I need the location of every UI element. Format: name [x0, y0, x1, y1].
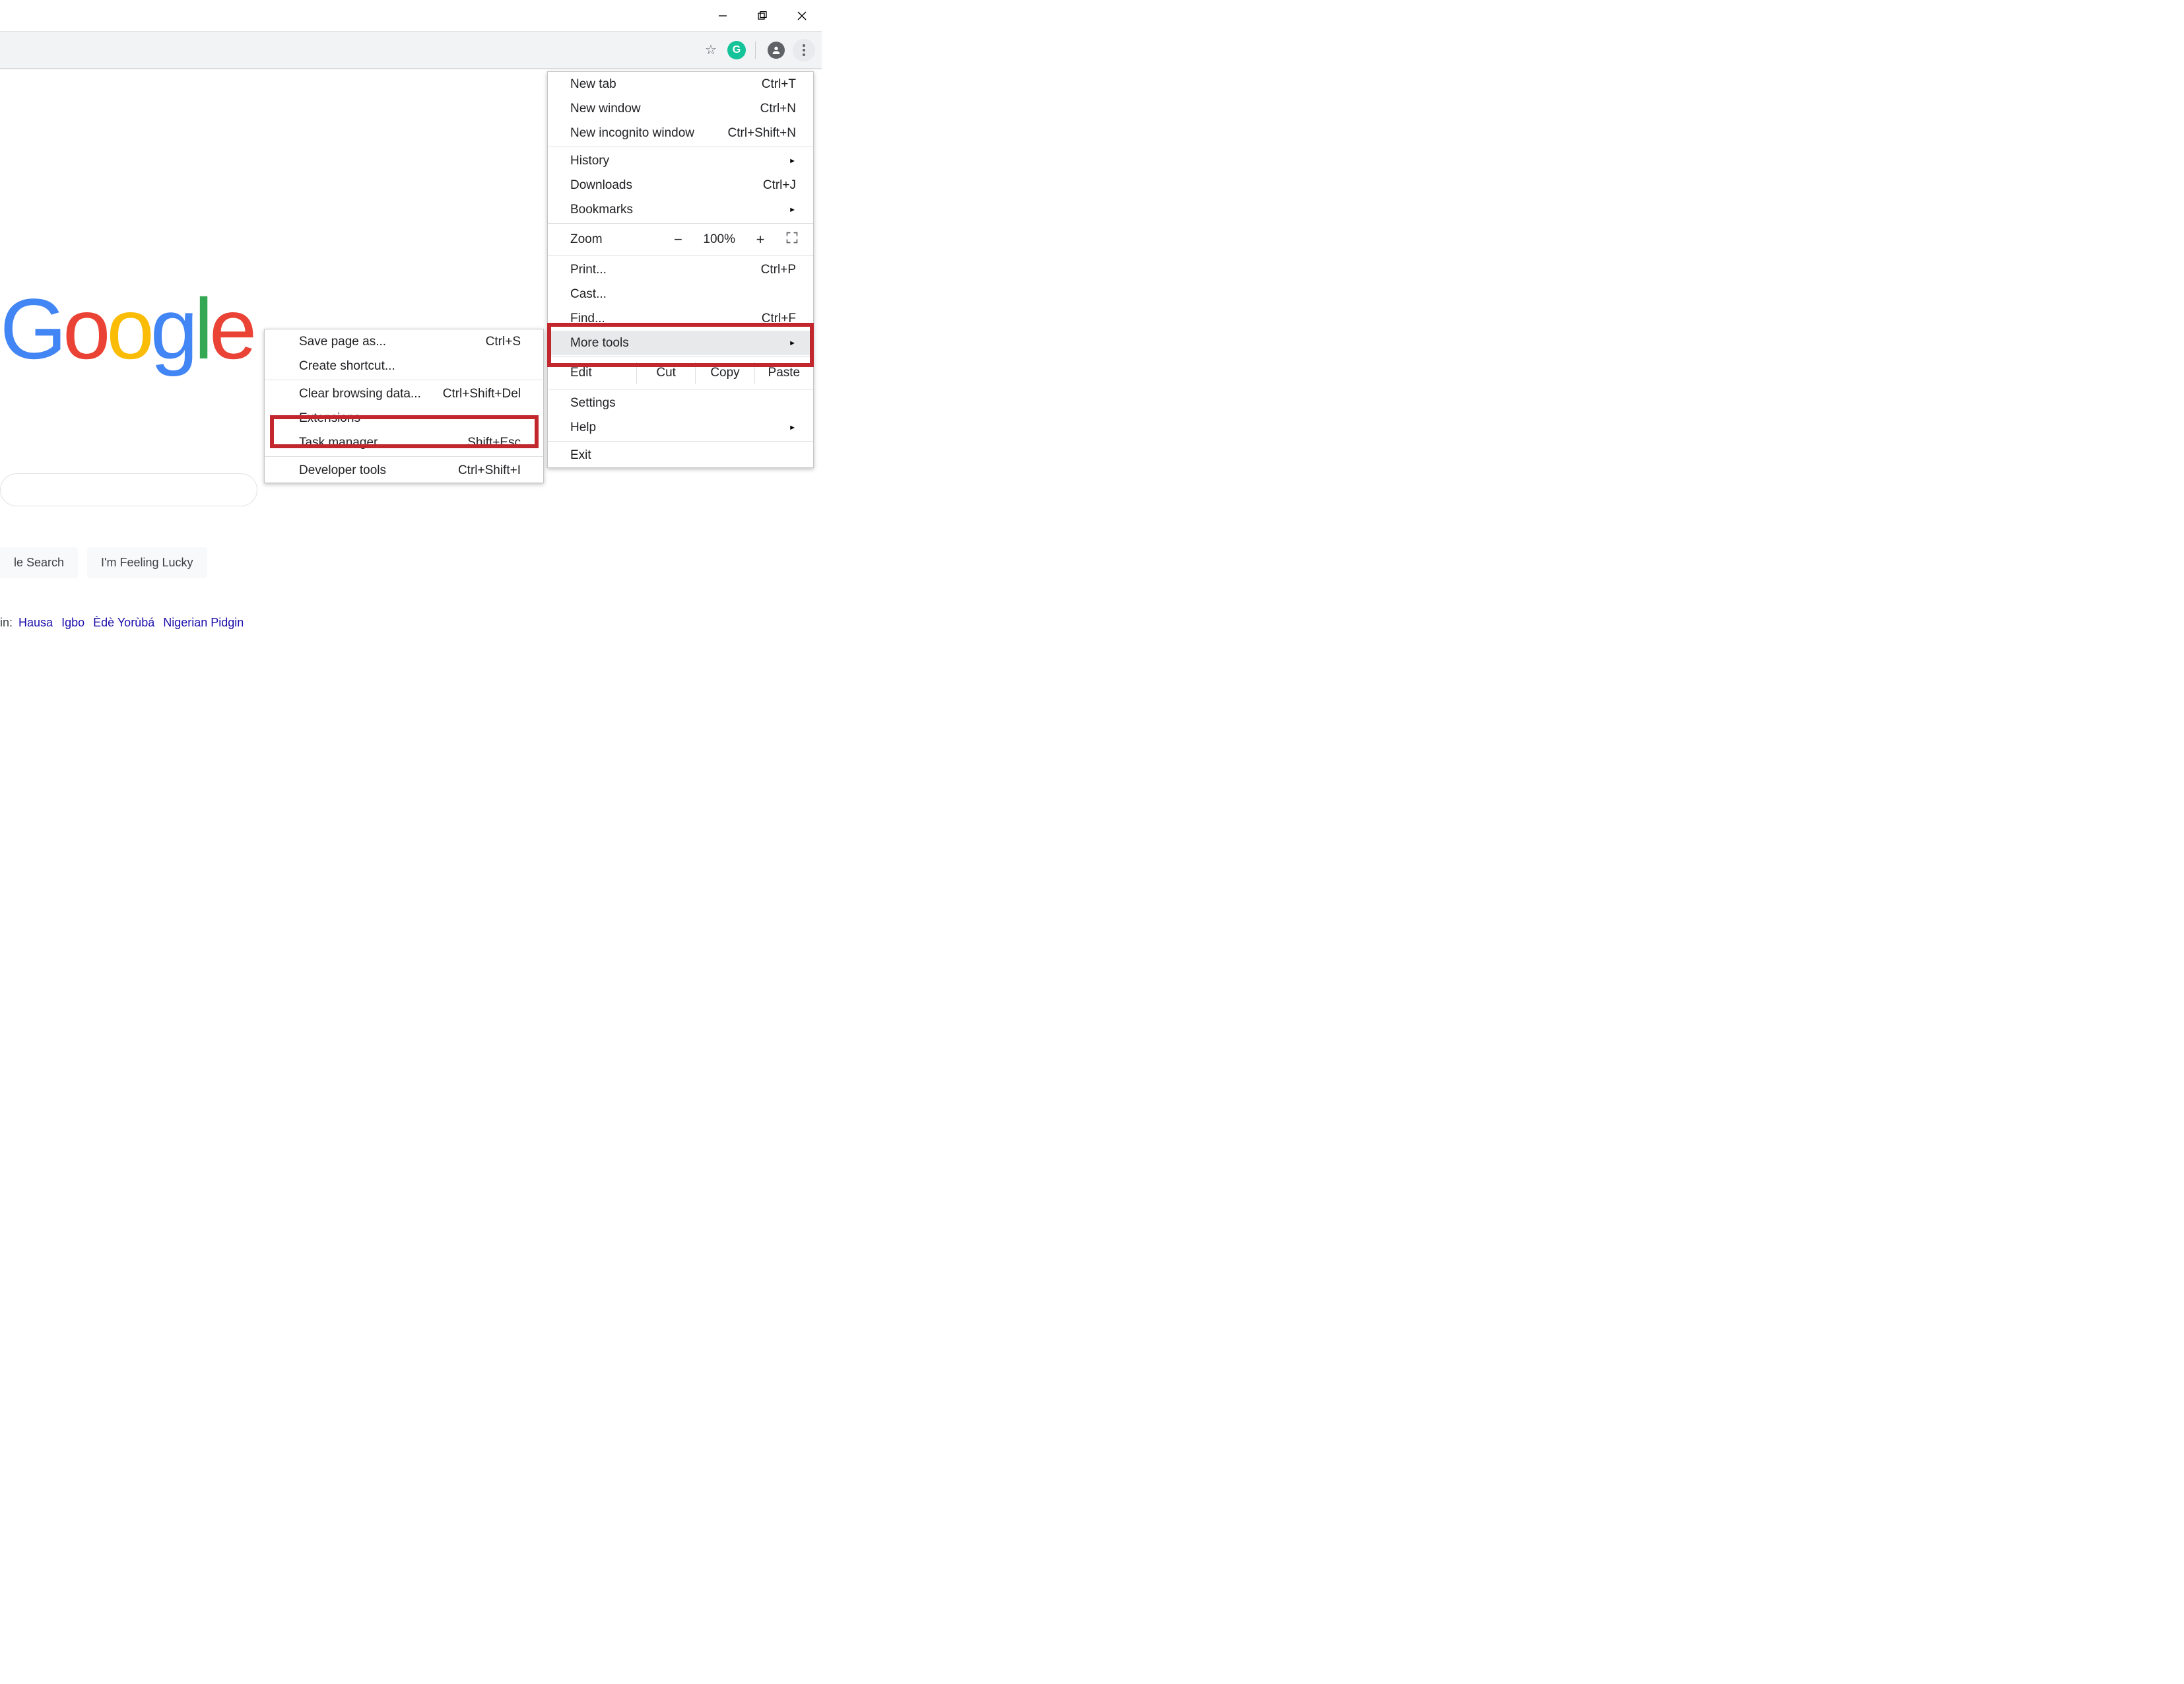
lang-link[interactable]: Hausa	[18, 616, 53, 629]
menu-new-window[interactable]: New windowCtrl+N	[548, 96, 813, 121]
menu-settings[interactable]: Settings	[548, 391, 813, 415]
lang-link[interactable]: Igbo	[61, 616, 84, 629]
submenu-clear-data[interactable]: Clear browsing data...Ctrl+Shift+Del	[265, 382, 543, 406]
search-input[interactable]	[0, 473, 257, 506]
lang-link[interactable]: Èdè Yorùbá	[93, 616, 154, 629]
cut-button[interactable]: Cut	[636, 362, 695, 384]
menu-find[interactable]: Find...Ctrl+F	[548, 306, 813, 331]
submenu-create-shortcut[interactable]: Create shortcut...	[265, 354, 543, 378]
menu-new-tab[interactable]: New tabCtrl+T	[548, 72, 813, 96]
more-tools-submenu: Save page as...Ctrl+S Create shortcut...…	[264, 329, 544, 483]
copy-button[interactable]: Copy	[695, 362, 754, 384]
menu-zoom: Zoom − 100% +	[548, 225, 813, 254]
fullscreen-icon[interactable]	[785, 231, 799, 248]
zoom-label: Zoom	[570, 232, 603, 247]
menu-cast[interactable]: Cast...	[548, 282, 813, 306]
menu-more-tools[interactable]: More tools	[548, 331, 813, 355]
zoom-out-button[interactable]: −	[671, 231, 684, 248]
menu-separator	[265, 456, 543, 457]
submenu-task-manager[interactable]: Task managerShift+Esc	[265, 430, 543, 455]
paste-button[interactable]: Paste	[754, 362, 813, 384]
chrome-main-menu: New tabCtrl+T New windowCtrl+N New incog…	[547, 71, 814, 468]
menu-downloads[interactable]: DownloadsCtrl+J	[548, 173, 813, 197]
toolbar-divider	[755, 42, 756, 59]
menu-separator	[548, 255, 813, 256]
feeling-lucky-button[interactable]: I'm Feeling Lucky	[87, 547, 207, 578]
menu-print[interactable]: Print...Ctrl+P	[548, 257, 813, 282]
edit-label: Edit	[570, 366, 636, 380]
minimize-button[interactable]	[703, 0, 743, 32]
language-row: in: Hausa Igbo Èdè Yorùbá Nigerian Pidgi…	[0, 616, 246, 630]
menu-separator	[548, 356, 813, 357]
profile-avatar-icon[interactable]	[765, 39, 787, 61]
menu-new-incognito[interactable]: New incognito windowCtrl+Shift+N	[548, 121, 813, 145]
google-search-button[interactable]: le Search	[0, 547, 78, 578]
extension-badge-icon[interactable]: G	[727, 41, 746, 59]
menu-exit[interactable]: Exit	[548, 443, 813, 467]
menu-separator	[548, 441, 813, 442]
menu-history[interactable]: History	[548, 149, 813, 173]
window-titlebar	[0, 0, 822, 32]
chrome-menu-button[interactable]	[793, 39, 815, 61]
menu-bookmarks[interactable]: Bookmarks	[548, 197, 813, 222]
menu-separator	[548, 223, 813, 224]
search-buttons: le Search I'm Feeling Lucky	[0, 547, 207, 578]
bookmark-star-icon[interactable]: ☆	[700, 39, 722, 61]
maximize-button[interactable]	[743, 0, 782, 32]
zoom-in-button[interactable]: +	[754, 231, 767, 248]
submenu-dev-tools[interactable]: Developer toolsCtrl+Shift+I	[265, 458, 543, 483]
close-button[interactable]	[782, 0, 822, 32]
submenu-save-page[interactable]: Save page as...Ctrl+S	[265, 329, 543, 354]
language-prefix: in:	[0, 616, 16, 629]
submenu-extensions[interactable]: Extensions	[265, 406, 543, 430]
lang-link[interactable]: Nigerian Pidgin	[163, 616, 244, 629]
zoom-value: 100%	[703, 232, 735, 247]
browser-toolbar: ☆ G	[0, 32, 822, 69]
google-logo: Google	[0, 279, 253, 378]
menu-edit-row: Edit Cut Copy Paste	[548, 358, 813, 387]
menu-help[interactable]: Help	[548, 415, 813, 440]
